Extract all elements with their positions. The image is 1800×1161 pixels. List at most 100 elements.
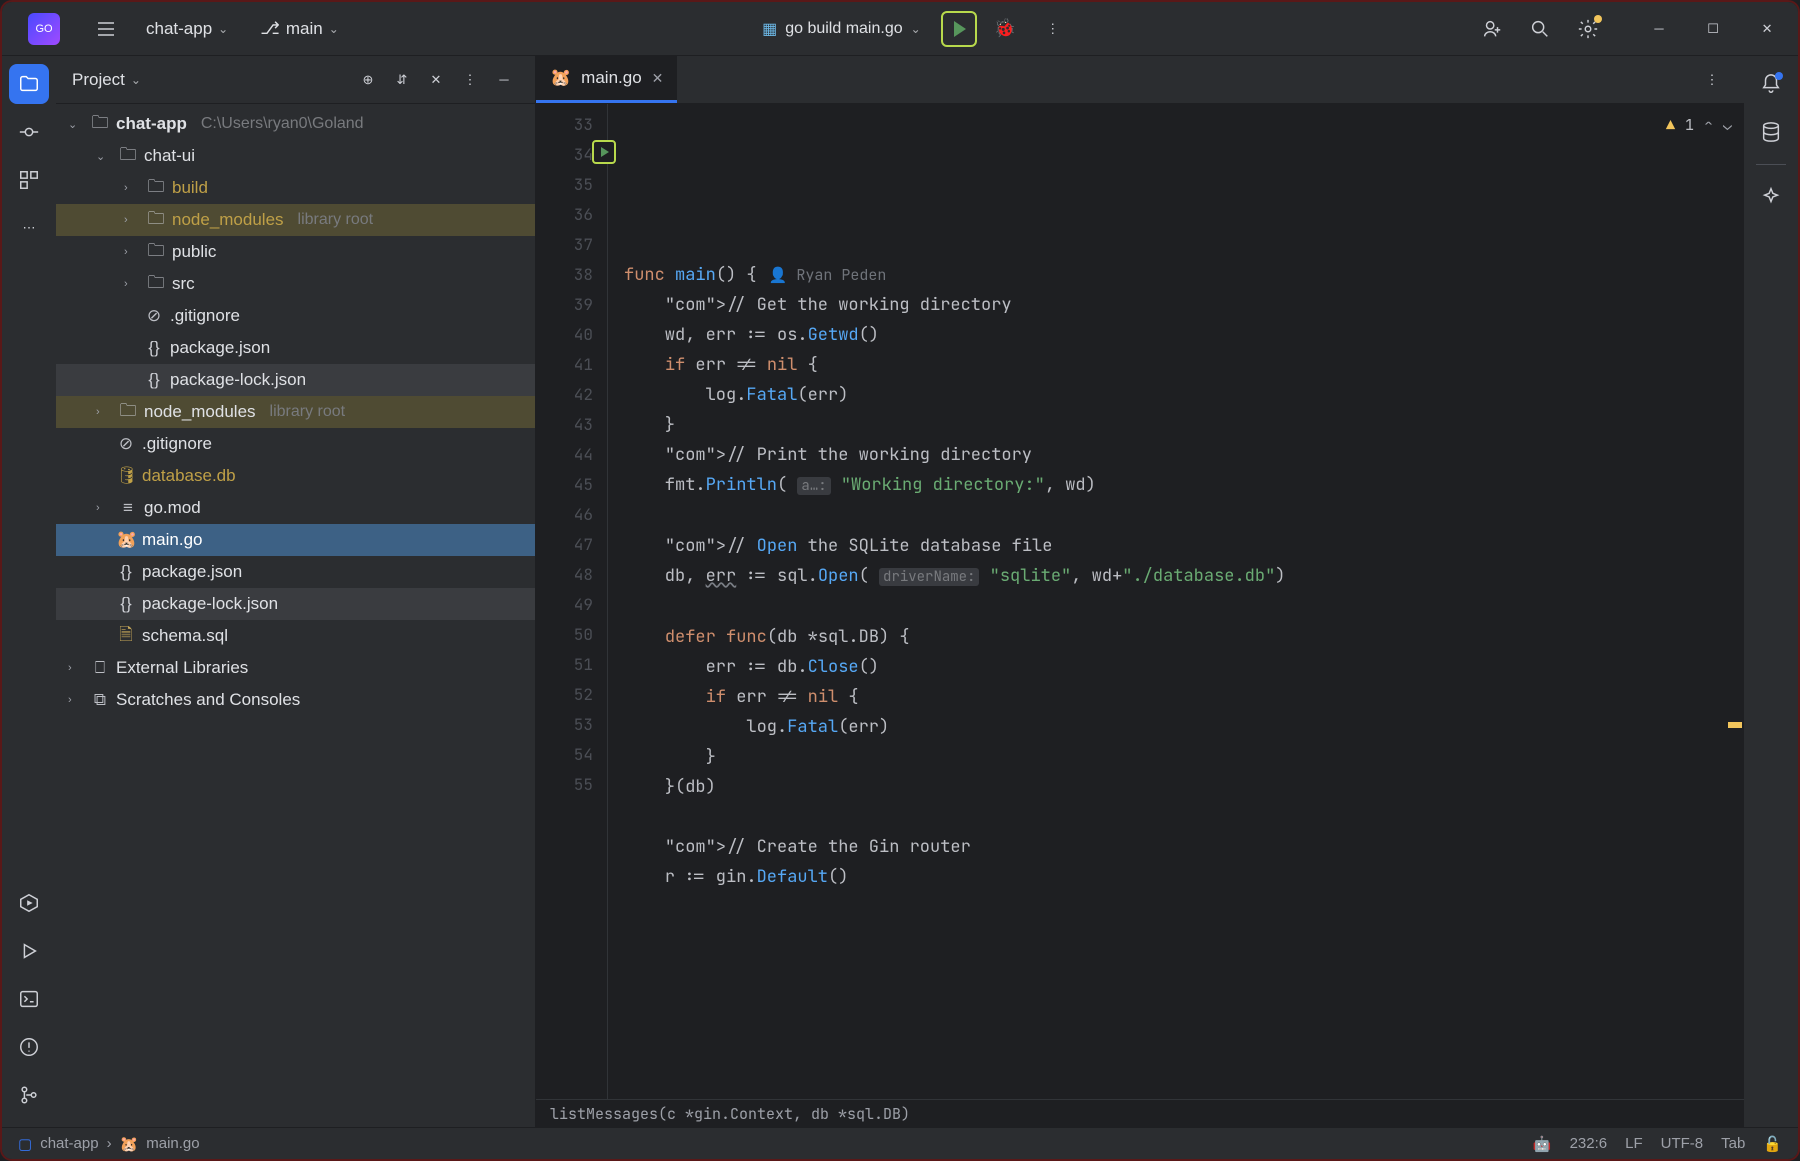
minimize-button[interactable]: ─ bbox=[1636, 9, 1682, 49]
breadcrumb-file: main.go bbox=[146, 1135, 199, 1152]
close-button[interactable]: ✕ bbox=[1744, 9, 1790, 49]
hamburger-menu-icon[interactable] bbox=[86, 9, 126, 49]
commit-tool-button[interactable] bbox=[9, 112, 49, 152]
notifications-button[interactable] bbox=[1751, 64, 1791, 104]
tree-file[interactable]: 🛢 database.db bbox=[56, 460, 535, 492]
tree-folder[interactable]: › 🗀 public bbox=[56, 236, 535, 268]
tree-file[interactable]: ⊘ .gitignore bbox=[56, 428, 535, 460]
settings-button[interactable] bbox=[1568, 9, 1608, 49]
cursor-position[interactable]: 232:6 bbox=[1570, 1135, 1608, 1152]
code-editor[interactable]: ▲ 1 ⌃ ⌄ func main() {👤 Ryan Peden "com">… bbox=[608, 104, 1744, 1099]
tree-label: External Libraries bbox=[116, 658, 248, 678]
tree-label: chat-ui bbox=[144, 146, 195, 166]
chevron-down-icon: ⌄ bbox=[68, 118, 84, 131]
tree-file[interactable]: {} package-lock.json bbox=[56, 364, 535, 396]
project-tool-button[interactable] bbox=[9, 64, 49, 104]
chevron-right-icon: › bbox=[68, 694, 84, 706]
panel-options-button[interactable]: ⋮ bbox=[455, 65, 485, 95]
debug-button[interactable]: 🐞 bbox=[985, 9, 1025, 49]
chevron-right-icon: › bbox=[124, 278, 140, 290]
editor-tab[interactable]: 🐹 main.go ✕ bbox=[536, 56, 677, 103]
tree-external-libraries[interactable]: › ⎕ External Libraries bbox=[56, 652, 535, 684]
line-separator[interactable]: LF bbox=[1625, 1135, 1643, 1152]
more-actions-button[interactable]: ⋮ bbox=[1033, 9, 1073, 49]
ai-assistant-button[interactable] bbox=[1751, 177, 1791, 217]
services-tool-button[interactable] bbox=[9, 883, 49, 923]
folder-icon: 🗀 bbox=[146, 238, 166, 267]
project-panel-title-dropdown[interactable]: Project ⌄ bbox=[72, 70, 141, 90]
branch-dropdown[interactable]: ⎇ main ⌄ bbox=[248, 13, 351, 45]
run-config-dropdown[interactable]: ▦ go build main.go ⌄ bbox=[750, 13, 933, 45]
go-file-icon: 🐹 bbox=[120, 1135, 139, 1153]
folder-icon: 🗀 bbox=[118, 142, 138, 171]
tree-file-selected[interactable]: 🐹 main.go bbox=[56, 524, 535, 556]
line-gutter[interactable]: 3334353637383940414243444546474849505152… bbox=[536, 104, 608, 1099]
project-dropdown[interactable]: chat-app ⌄ bbox=[134, 13, 240, 45]
hide-panel-button[interactable]: ─ bbox=[489, 65, 519, 95]
tree-file[interactable]: {} package.json bbox=[56, 556, 535, 588]
search-button[interactable] bbox=[1520, 9, 1560, 49]
sql-icon: 🗎 bbox=[116, 622, 136, 651]
tab-label: main.go bbox=[581, 68, 641, 88]
inspection-widget[interactable]: ▲ 1 ⌃ ⌄ bbox=[1666, 110, 1732, 140]
run-config-name: go build main.go bbox=[785, 20, 902, 38]
database-tool-button[interactable] bbox=[1751, 112, 1791, 152]
prev-highlight-button[interactable]: ⌃ bbox=[1704, 110, 1713, 140]
tree-label: build bbox=[172, 178, 208, 198]
close-tab-button[interactable]: ✕ bbox=[652, 70, 664, 87]
chevron-down-icon: ⌄ bbox=[131, 73, 141, 87]
run-tool-button[interactable] bbox=[9, 931, 49, 971]
library-icon: ⎕ bbox=[90, 658, 110, 678]
tab-options-button[interactable]: ⋮ bbox=[1692, 60, 1732, 100]
tree-folder[interactable]: ⌄ 🗀 chat-ui bbox=[56, 140, 535, 172]
code-with-me-button[interactable] bbox=[1472, 9, 1512, 49]
left-tool-rail: ⋯ bbox=[2, 56, 56, 1127]
editor-breadcrumb[interactable]: listMessages(c *gin.Context, db *sql.DB) bbox=[536, 1099, 1744, 1127]
vcs-tool-button[interactable] bbox=[9, 1075, 49, 1115]
tree-file[interactable]: {} package-lock.json bbox=[56, 588, 535, 620]
tree-label: .gitignore bbox=[142, 434, 212, 454]
module-icon: ▢ bbox=[18, 1135, 32, 1153]
play-icon bbox=[954, 21, 966, 37]
chevron-right-icon: › bbox=[124, 246, 140, 258]
tree-folder[interactable]: › 🗀 node_modules library root bbox=[56, 204, 535, 236]
warning-icon: ▲ bbox=[1666, 110, 1675, 140]
more-tools-button[interactable]: ⋯ bbox=[9, 208, 49, 248]
problems-tool-button[interactable] bbox=[9, 1027, 49, 1067]
tree-folder[interactable]: › 🗀 src bbox=[56, 268, 535, 300]
chevron-right-icon: › bbox=[107, 1135, 112, 1152]
chevron-right-icon: › bbox=[96, 502, 112, 514]
error-stripe-marker[interactable] bbox=[1728, 722, 1742, 728]
folder-icon: 🗀 bbox=[90, 110, 110, 139]
next-highlight-button[interactable]: ⌄ bbox=[1723, 110, 1732, 140]
breadcrumb-root: chat-app bbox=[40, 1135, 98, 1152]
json-icon: {} bbox=[116, 594, 136, 614]
tree-file[interactable]: › ≡ go.mod bbox=[56, 492, 535, 524]
editor-body[interactable]: 3334353637383940414243444546474849505152… bbox=[536, 104, 1744, 1099]
structure-tool-button[interactable] bbox=[9, 160, 49, 200]
copilot-icon[interactable]: 🤖 bbox=[1533, 1135, 1552, 1153]
ignore-icon: ⊘ bbox=[116, 434, 136, 454]
terminal-tool-button[interactable] bbox=[9, 979, 49, 1019]
tree-label: src bbox=[172, 274, 195, 294]
tree-label: node_modules bbox=[144, 402, 256, 422]
collapse-button[interactable]: ✕ bbox=[421, 65, 451, 95]
project-panel-title: Project bbox=[72, 70, 125, 90]
right-tool-rail bbox=[1744, 56, 1798, 1127]
file-encoding[interactable]: UTF-8 bbox=[1661, 1135, 1704, 1152]
nav-breadcrumb[interactable]: ▢ chat-app › 🐹 main.go bbox=[18, 1135, 200, 1153]
expand-all-button[interactable]: ⇵ bbox=[387, 65, 417, 95]
tree-folder[interactable]: › 🗀 build bbox=[56, 172, 535, 204]
tree-root[interactable]: ⌄ 🗀 chat-app C:\Users\ryan0\Goland bbox=[56, 108, 535, 140]
project-tree[interactable]: ⌄ 🗀 chat-app C:\Users\ryan0\Goland ⌄ 🗀 c… bbox=[56, 104, 535, 1127]
tree-scratches[interactable]: › ⧉ Scratches and Consoles bbox=[56, 684, 535, 716]
indent-settings[interactable]: Tab bbox=[1721, 1135, 1745, 1152]
tree-file[interactable]: 🗎 schema.sql bbox=[56, 620, 535, 652]
tree-file[interactable]: ⊘ .gitignore bbox=[56, 300, 535, 332]
select-opened-file-button[interactable]: ⊕ bbox=[353, 65, 383, 95]
maximize-button[interactable]: ☐ bbox=[1690, 9, 1736, 49]
tree-folder[interactable]: › 🗀 node_modules library root bbox=[56, 396, 535, 428]
run-button[interactable] bbox=[941, 11, 977, 47]
tree-file[interactable]: {} package.json bbox=[56, 332, 535, 364]
readonly-lock-icon[interactable]: 🔓 bbox=[1763, 1135, 1782, 1153]
